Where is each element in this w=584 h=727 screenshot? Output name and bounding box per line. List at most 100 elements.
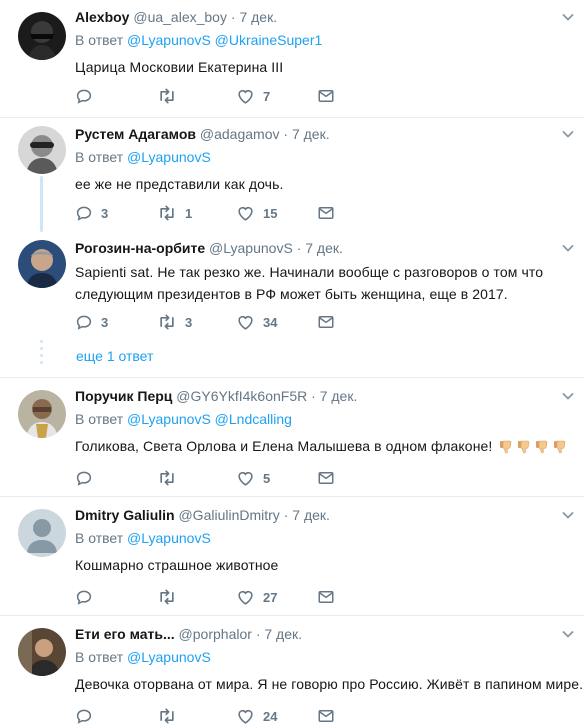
mention-link[interactable]: @LyapunovS <box>127 149 211 165</box>
retweet-icon <box>157 706 177 726</box>
tweet-timestamp[interactable]: 7 дек. <box>292 507 330 523</box>
reply-prefix: В ответ <box>75 32 124 48</box>
separator-dot: · <box>296 240 302 256</box>
like-count: 15 <box>263 205 278 221</box>
author-handle[interactable]: @ua_alex_boy <box>133 9 227 25</box>
retweet-icon <box>157 312 177 332</box>
tweet-text: Девочка оторвана от мира. Я не говорю пр… <box>75 676 584 692</box>
mention-link[interactable]: @LyapunovS <box>127 411 211 427</box>
retweet-button[interactable] <box>157 706 185 726</box>
author-name[interactable]: Dmitry Galiulin <box>75 507 175 523</box>
direct-message-button[interactable] <box>317 86 335 106</box>
tweet-timestamp[interactable]: 7 дек. <box>239 9 277 25</box>
tweet[interactable]: Рустем Адагамов @adagamov · 7 дек. В отв… <box>0 118 584 230</box>
separator-dot: · <box>283 126 289 142</box>
like-icon <box>236 313 255 332</box>
mention-link[interactable]: @Lndcalling <box>215 411 292 427</box>
mention-link[interactable]: @LyapunovS <box>127 32 211 48</box>
thread-dot <box>40 361 43 364</box>
mention-link[interactable]: @LyapunovS <box>127 530 211 546</box>
like-button[interactable]: 27 <box>236 587 277 607</box>
direct-message-button[interactable] <box>317 468 335 488</box>
tweet[interactable]: Alexboy @ua_alex_boy · 7 дек. В ответ @L… <box>0 0 584 118</box>
thread-dot <box>40 347 43 350</box>
tweet-header: Рогозин-на-орбите @LyapunovS · 7 дек. <box>75 238 574 258</box>
tweet-header: Dmitry Galiulin @GaliulinDmitry · 7 дек. <box>75 505 574 525</box>
reply-button[interactable] <box>75 468 101 488</box>
author-handle[interactable]: @LyapunovS <box>209 240 293 256</box>
avatar[interactable] <box>18 12 66 60</box>
direct-message-button[interactable] <box>317 312 335 332</box>
direct-message-button[interactable] <box>317 587 335 607</box>
author-name[interactable]: Рустем Адагамов <box>75 126 196 142</box>
thumbs-down-emoji <box>516 439 532 455</box>
thumbs-down-emoji <box>534 439 550 455</box>
tweet[interactable]: Ети его мать... @porphalor · 7 дек. В от… <box>0 616 584 727</box>
avatar[interactable] <box>18 240 66 288</box>
mention-link[interactable]: @LyapunovS <box>127 649 211 665</box>
thread-dot <box>40 354 43 357</box>
thread-connector <box>40 176 43 232</box>
tweet-text-content: Голикова, Света Орлова и Елена Малышева … <box>75 438 493 454</box>
reply-button[interactable] <box>75 86 101 106</box>
tweet-timestamp[interactable]: 7 дек. <box>305 240 343 256</box>
reply-button[interactable] <box>75 706 101 726</box>
author-name[interactable]: Alexboy <box>75 9 129 25</box>
separator-dot: · <box>255 626 261 642</box>
reply-button[interactable] <box>75 587 101 607</box>
author-name[interactable]: Рогозин-на-орбите <box>75 240 205 256</box>
chevron-down-icon[interactable] <box>560 507 576 523</box>
author-name[interactable]: Ети его мать... <box>75 626 175 642</box>
direct-message-icon <box>317 87 335 105</box>
reply-context: В ответ @LyapunovS @UkraineSuper1 <box>75 30 574 50</box>
retweet-button[interactable] <box>157 468 185 488</box>
tweet-timestamp[interactable]: 7 дек. <box>320 388 358 404</box>
chevron-down-icon[interactable] <box>560 626 576 642</box>
emoji-group <box>498 439 568 455</box>
retweet-icon <box>157 468 177 488</box>
author-name[interactable]: Поручик Перц <box>75 388 172 404</box>
tweet-header: Поручик Перц @GY6YkfI4k6onF5R · 7 дек. <box>75 386 574 406</box>
reply-icon <box>75 313 93 331</box>
tweet-timestamp[interactable]: 7 дек. <box>292 126 330 142</box>
author-handle[interactable]: @adagamov <box>200 126 280 142</box>
mention-link[interactable]: @UkraineSuper1 <box>215 32 323 48</box>
tweet[interactable]: Dmitry Galiulin @GaliulinDmitry · 7 дек.… <box>0 497 584 616</box>
avatar[interactable] <box>18 126 66 174</box>
tweet-timestamp[interactable]: 7 дек. <box>264 626 302 642</box>
reply-button[interactable]: 3 <box>75 203 108 223</box>
avatar[interactable] <box>18 509 66 557</box>
retweet-button[interactable] <box>157 587 185 607</box>
avatar[interactable] <box>18 628 66 676</box>
like-button[interactable]: 5 <box>236 468 270 488</box>
direct-message-icon <box>317 707 335 725</box>
tweet[interactable]: Поручик Перц @GY6YkfI4k6onF5R · 7 дек. В… <box>0 378 584 497</box>
reply-button[interactable]: 3 <box>75 312 108 332</box>
reply-icon <box>75 87 93 105</box>
chevron-down-icon[interactable] <box>560 126 576 142</box>
tweet[interactable]: Рогозин-на-орбите @LyapunovS · 7 дек. Sa… <box>0 232 584 342</box>
like-button[interactable]: 7 <box>236 86 270 106</box>
author-handle[interactable]: @porphalor <box>179 626 252 642</box>
author-handle[interactable]: @GaliulinDmitry <box>178 507 279 523</box>
like-button[interactable]: 34 <box>236 312 277 332</box>
reply-count: 3 <box>101 314 109 330</box>
direct-message-icon <box>317 313 335 331</box>
chevron-down-icon[interactable] <box>560 240 576 256</box>
retweet-button[interactable]: 1 <box>157 203 192 223</box>
author-handle[interactable]: @GY6YkfI4k6onF5R <box>176 388 307 404</box>
retweet-button[interactable]: 3 <box>157 312 192 332</box>
tweet-text: Sapienti sat. Не так резко же. Начинали … <box>75 261 574 305</box>
avatar[interactable] <box>18 390 66 438</box>
chevron-down-icon[interactable] <box>560 9 576 25</box>
direct-message-button[interactable] <box>317 706 335 726</box>
reply-context: В ответ @LyapunovS <box>75 528 574 548</box>
like-count: 7 <box>263 88 271 104</box>
chevron-down-icon[interactable] <box>560 388 576 404</box>
retweet-button[interactable] <box>157 86 185 106</box>
like-button[interactable]: 15 <box>236 203 277 223</box>
show-more-replies-link[interactable]: еще 1 ответ <box>76 346 153 366</box>
retweet-icon <box>157 587 177 607</box>
like-button[interactable]: 24 <box>236 706 277 726</box>
direct-message-button[interactable] <box>317 203 335 223</box>
